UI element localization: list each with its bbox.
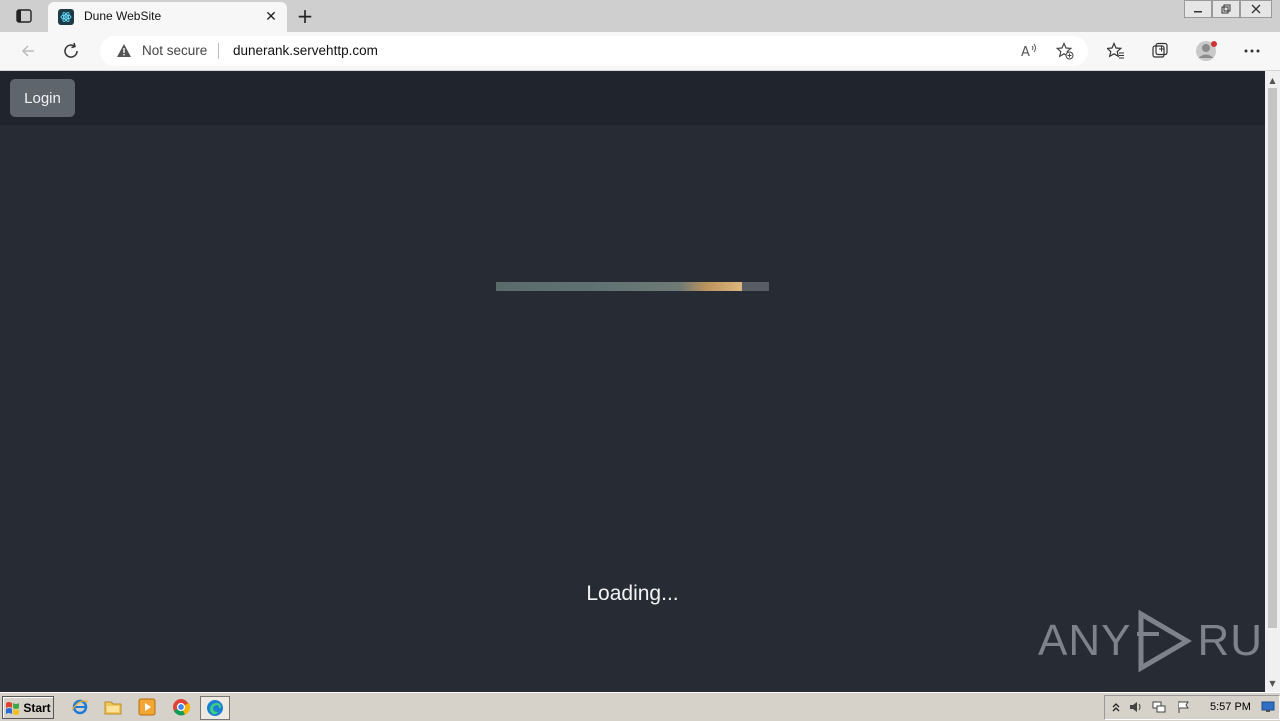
anyrun-watermark: ANY RUN [1038, 609, 1280, 673]
scrollbar-thumb[interactable] [1268, 88, 1277, 628]
show-desktop-icon[interactable] [1261, 700, 1275, 714]
vertical-scrollbar[interactable]: ▲ ▼ [1265, 71, 1280, 692]
address-bar[interactable]: Not secure dunerank.servehttp.com A [100, 36, 1088, 66]
browser-tab[interactable]: Dune WebSite ✕ [48, 2, 287, 32]
address-divider [218, 43, 219, 59]
minimize-button[interactable] [1184, 0, 1212, 18]
file-explorer-icon[interactable] [102, 696, 124, 718]
internet-explorer-icon[interactable] [69, 696, 91, 718]
browser-toolbar: Not secure dunerank.servehttp.com A [0, 32, 1280, 71]
warning-icon[interactable] [116, 43, 132, 62]
refresh-icon[interactable] [58, 39, 84, 63]
svg-text:A: A [1021, 45, 1030, 59]
watermark-any: ANY [1038, 616, 1132, 665]
login-button[interactable]: Login [10, 79, 75, 117]
close-window-button[interactable] [1240, 0, 1272, 18]
collections-icon[interactable] [1147, 39, 1173, 63]
tab-title: Dune WebSite [84, 9, 162, 23]
windows-logo-icon [6, 701, 20, 715]
back-arrow-icon[interactable] [15, 39, 41, 63]
more-options-icon[interactable] [1239, 39, 1265, 63]
close-tab-icon[interactable]: ✕ [261, 7, 281, 27]
action-center-flag-icon[interactable] [1177, 700, 1191, 714]
system-tray: 5:57 PM [1104, 695, 1280, 720]
browser-tab-strip: Dune WebSite ✕ + [0, 0, 1280, 32]
loading-progress-fill [496, 282, 742, 291]
volume-icon[interactable] [1129, 700, 1143, 714]
start-button[interactable]: Start [2, 696, 54, 719]
react-favicon-icon [58, 9, 74, 25]
loading-progress-bar [496, 282, 769, 291]
profile-avatar[interactable] [1193, 39, 1221, 63]
show-hidden-icons-icon[interactable] [1109, 700, 1123, 714]
restore-button[interactable] [1212, 0, 1240, 18]
taskbar-clock[interactable]: 5:57 PM [1210, 701, 1251, 713]
favorites-icon[interactable] [1103, 39, 1129, 63]
start-label: Start [23, 700, 51, 715]
tab-actions-icon[interactable] [10, 6, 38, 26]
add-favorite-icon[interactable] [1053, 41, 1077, 61]
loading-text: Loading... [586, 582, 679, 605]
security-status[interactable]: Not secure [142, 43, 207, 58]
taskbar: Start 5:57 PM [0, 692, 1280, 721]
new-tab-button[interactable]: + [294, 4, 316, 28]
web-page: Login Loading... ANY RUN [0, 71, 1280, 692]
media-player-icon[interactable] [136, 696, 158, 718]
page-header: Login [0, 71, 1265, 125]
network-icon[interactable] [1152, 700, 1166, 714]
edge-icon[interactable] [200, 696, 230, 720]
play-logo-icon [1137, 610, 1193, 672]
chrome-icon[interactable] [170, 696, 192, 718]
scroll-down-icon[interactable]: ▼ [1265, 676, 1280, 690]
read-aloud-icon[interactable]: A [1017, 41, 1041, 61]
url-text[interactable]: dunerank.servehttp.com [233, 43, 378, 58]
scroll-up-icon[interactable]: ▲ [1265, 73, 1280, 87]
